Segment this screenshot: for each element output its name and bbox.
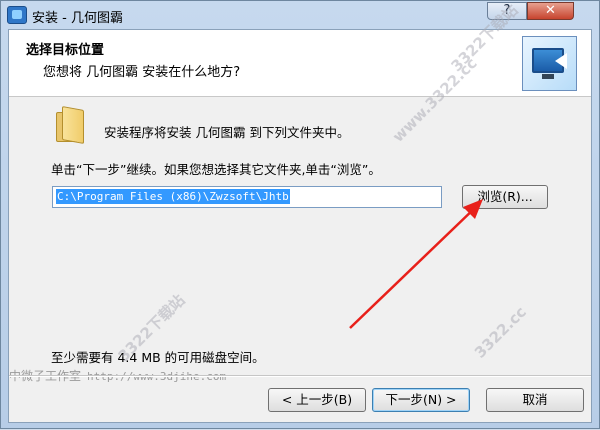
install-info-text: 安装程序将安装 几何图霸 到下列文件夹中。 (104, 125, 350, 140)
next-button[interactable]: 下一步(N) > (372, 388, 470, 412)
install-monitor-icon (522, 36, 577, 91)
window-title: 安装 - 几何图霸 (32, 11, 123, 26)
installer-window: 安装 - 几何图霸 ? ✕ 选择目标位置 您想将 几何图霸 安装在什么地方? 安… (0, 0, 600, 429)
destination-path-input[interactable]: C:\Program Files (x86)\Zwzsoft\Jhtb (52, 186, 442, 208)
page-title: 选择目标位置 (26, 43, 105, 58)
folder-icon (56, 106, 84, 144)
title-bar[interactable]: 安装 - 几何图霸 ? ✕ (1, 1, 599, 29)
footer-divider (9, 375, 591, 377)
disk-space-text: 至少需要有 4.4 MB 的可用磁盘空间。 (51, 350, 265, 365)
app-icon (7, 6, 27, 24)
close-button[interactable]: ✕ (527, 2, 574, 20)
path-value: C:\Program Files (x86)\Zwzsoft\Jhtb (56, 189, 290, 204)
page-subtitle: 您想将 几何图霸 安装在什么地方? (43, 65, 241, 80)
cancel-button[interactable]: 取消 (486, 388, 584, 412)
back-button[interactable]: < 上一步(B) (268, 388, 366, 412)
instruction-text: 单击“下一步”继续。如果您想选择其它文件夹,单击“浏览”。 (51, 162, 381, 177)
wizard-page: 选择目标位置 您想将 几何图霸 安装在什么地方? 安装程序将安装 几何图霸 到下… (8, 29, 592, 423)
wizard-header: 选择目标位置 您想将 几何图霸 安装在什么地方? (9, 30, 591, 97)
browse-button[interactable]: 浏览(R)... (462, 185, 548, 209)
arrow-left-icon (555, 53, 567, 69)
monitor-stand (542, 74, 554, 79)
help-button[interactable]: ? (487, 2, 527, 20)
